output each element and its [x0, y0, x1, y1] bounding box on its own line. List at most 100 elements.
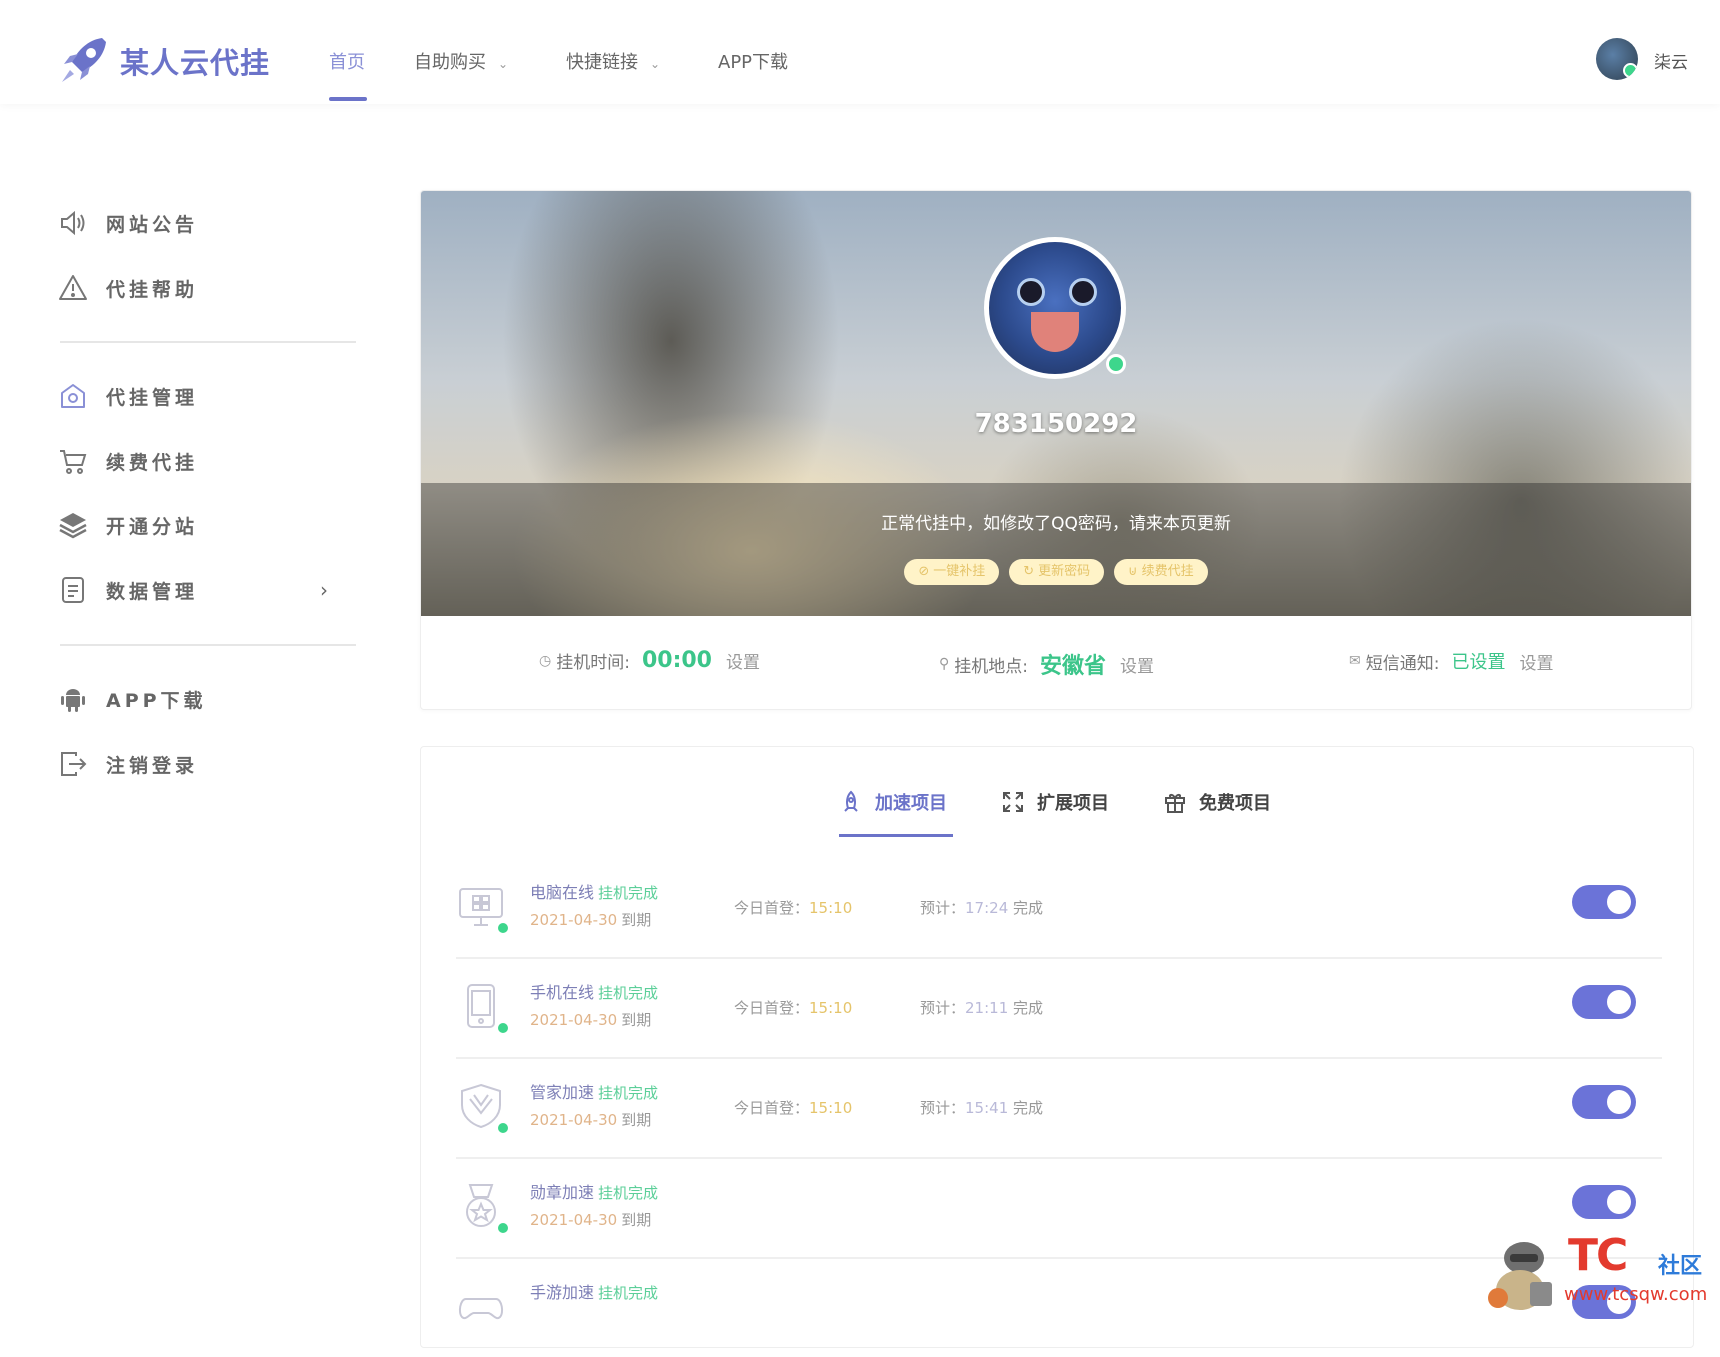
first-login-label: 今日首登：	[734, 899, 810, 917]
banner-overlay	[421, 483, 1691, 616]
nav-app-download-label: APP下载	[718, 52, 789, 73]
user-avatar[interactable]	[1596, 38, 1638, 80]
update-password-button[interactable]: ↻ 更新密码	[1009, 559, 1105, 585]
nav-app-download[interactable]: APP下载	[718, 48, 788, 74]
project-title: 手机在线	[530, 983, 595, 1002]
relogin-label: 一键补挂	[933, 564, 986, 579]
expiry-date: 2021-04-30	[530, 1211, 618, 1229]
stats-bar: ◷ 挂机时间: 00:00 设置 ⚲ 挂机地点: 安徽省 设置 ✉ 短信通知: …	[421, 616, 1691, 709]
user-name[interactable]: 柒云	[1654, 48, 1688, 73]
nav-quick-links-label: 快捷链接	[566, 52, 638, 73]
expiry-date: 2021-04-30	[530, 1011, 618, 1029]
first-login-time: 15:10	[809, 1099, 853, 1117]
expiry-label: 到期	[621, 1111, 652, 1129]
avatar-eye	[1017, 278, 1045, 306]
eta-time: 21:11	[965, 999, 1009, 1017]
project-status: 挂机完成	[598, 1084, 659, 1102]
project-toggle[interactable]	[1572, 885, 1636, 919]
qq-number: 783150292	[974, 409, 1138, 439]
cart-icon	[60, 450, 87, 474]
home-icon	[61, 384, 85, 408]
project-toggle[interactable]	[1572, 985, 1636, 1019]
rocket-icon	[844, 790, 858, 812]
sidebar-item-manage[interactable]: 代挂管理	[58, 376, 358, 416]
online-status-dot	[1106, 354, 1126, 374]
eta-suffix: 完成	[1013, 899, 1044, 917]
stat-hang-time: ◷ 挂机时间: 00:00 设置	[539, 648, 760, 673]
sidebar-item-label: 数据管理	[106, 580, 199, 603]
project-status: 挂机完成	[598, 1284, 659, 1302]
avatar-eye	[1069, 278, 1097, 306]
project-toggle[interactable]	[1572, 1085, 1636, 1119]
online-status-dot	[496, 1121, 510, 1135]
stat-set-link[interactable]: 设置	[1120, 652, 1154, 677]
project-title: 手游加速	[530, 1283, 595, 1302]
watermark-url: www.tcsqw.com	[1564, 1284, 1708, 1305]
tab-extended[interactable]: 扩展项目	[1001, 789, 1109, 815]
sidebar-item-substation[interactable]: 开通分站	[58, 505, 358, 545]
project-name: 勋章加速 挂机完成	[530, 1179, 658, 1203]
tab-label: 免费项目	[1199, 793, 1271, 814]
logout-icon	[61, 752, 87, 776]
sidebar-item-label: 开通分站	[106, 515, 199, 538]
nav-self-purchase[interactable]: 自助购买 ⌄	[414, 48, 508, 74]
nav-quick-links[interactable]: 快捷链接 ⌄	[566, 48, 660, 74]
nav-home-label: 首页	[329, 52, 365, 73]
project-expiry: 2021-04-30 到期	[530, 1109, 651, 1130]
stat-hang-location: ⚲ 挂机地点: 安徽省 设置	[939, 648, 1154, 680]
sidebar-item-label: 注销登录	[106, 754, 199, 777]
project-status: 挂机完成	[598, 984, 659, 1002]
renew-button[interactable]: ⊍ 续费代挂	[1114, 559, 1208, 585]
eta-label: 预计：	[920, 899, 966, 917]
stat-set-link[interactable]: 设置	[726, 648, 760, 673]
android-icon	[61, 689, 85, 712]
tab-speedup[interactable]: 加速项目	[839, 789, 947, 815]
sidebar-item-label: 续费代挂	[106, 451, 199, 474]
sidebar-item-logout[interactable]: 注销登录	[58, 744, 358, 784]
project-name: 手游加速 挂机完成	[530, 1279, 658, 1303]
project-row: 管家加速 挂机完成 2021-04-30 到期 今日首登：15:10 预计：15:4…	[456, 1057, 1662, 1159]
watermark-suffix: 社区	[1658, 1254, 1703, 1279]
speaker-icon	[61, 210, 85, 236]
mascot-icon	[1488, 1242, 1552, 1310]
eta-label: 预计：	[920, 999, 966, 1017]
sidebar-item-app[interactable]: APP下载	[58, 679, 358, 719]
chevron-right-icon: ›	[320, 578, 328, 602]
eta-time: 17:24	[965, 899, 1009, 917]
brand-name[interactable]: 某人云代挂	[120, 40, 270, 82]
qq-avatar[interactable]	[984, 237, 1126, 379]
sidebar-item-help[interactable]: 代挂帮助	[58, 268, 358, 308]
first-login: 今日首登：15:10	[734, 1097, 852, 1118]
sidebar-item-renew[interactable]: 续费代挂	[58, 441, 358, 481]
tab-free[interactable]: 免费项目	[1163, 789, 1271, 815]
first-login-time: 15:10	[809, 999, 853, 1017]
eta: 预计：15:41 完成	[920, 1097, 1043, 1118]
nav-active-indicator	[329, 97, 367, 101]
sidebar-item-label: 代挂管理	[106, 386, 199, 409]
profile-card: 783150292 正常代挂中，如修改了QQ密码，请来本页更新 ⊘ 一键补挂 ↻ 更…	[420, 190, 1692, 710]
warning-icon	[59, 275, 87, 300]
project-status: 挂机完成	[598, 1184, 659, 1202]
top-navbar: 某人云代挂 首页 自助购买 ⌄ 快捷链接 ⌄ APP下载 柒云	[0, 0, 1720, 104]
project-toggle[interactable]	[1572, 1185, 1636, 1219]
rocket-logo-icon[interactable]	[58, 34, 110, 86]
online-status-dot	[496, 1021, 510, 1035]
sidebar-item-announcement[interactable]: 网站公告	[58, 203, 358, 243]
project-expiry: 2021-04-30 到期	[530, 909, 651, 930]
location-icon: ⚲	[939, 656, 950, 672]
sidebar-item-data[interactable]: 数据管理 ›	[58, 570, 358, 610]
stat-value: 已设置	[1451, 652, 1506, 673]
first-login-label: 今日首登：	[734, 1099, 810, 1117]
stat-set-link[interactable]: 设置	[1519, 649, 1553, 674]
project-row: 电脑在线 挂机完成 2021-04-30 到期 今日首登：15:10 预计：17:2…	[456, 857, 1662, 959]
cart-icon: ⊍	[1128, 564, 1138, 579]
action-pills: ⊘ 一键补挂 ↻ 更新密码 ⊍ 续费代挂	[421, 559, 1691, 585]
expiry-date: 2021-04-30	[530, 911, 618, 929]
project-expiry: 2021-04-30 到期	[530, 1209, 651, 1230]
nav-home[interactable]: 首页	[329, 48, 365, 74]
project-title: 勋章加速	[530, 1183, 595, 1202]
stat-value: 00:00	[641, 648, 712, 673]
tab-active-indicator	[839, 834, 953, 837]
relogin-button[interactable]: ⊘ 一键补挂	[904, 559, 1000, 585]
eta: 预计：17:24 完成	[920, 897, 1043, 918]
